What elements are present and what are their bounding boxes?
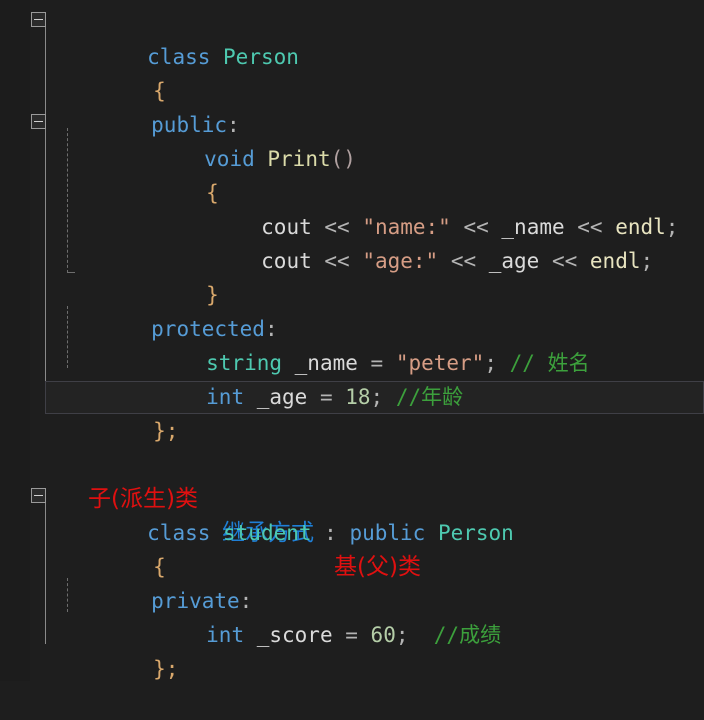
code-line[interactable]: void Print() bbox=[0, 108, 704, 171]
code-line[interactable]: private: bbox=[0, 550, 704, 613]
code-line[interactable]: class Person bbox=[0, 6, 704, 69]
class-close: }; bbox=[153, 419, 179, 443]
code-line[interactable]: protected: bbox=[0, 278, 704, 341]
code-line[interactable]: public: bbox=[0, 74, 704, 137]
code-line[interactable]: } bbox=[0, 244, 704, 307]
code-line[interactable]: string _name = "peter"; // 姓名 bbox=[0, 312, 704, 375]
code-editor[interactable]: class Person { public: void Print() {co… bbox=[0, 0, 704, 681]
code-content[interactable]: class Person { public: void Print() {co… bbox=[0, 0, 704, 681]
code-line[interactable]: { bbox=[0, 516, 704, 579]
class-close: }; bbox=[153, 657, 179, 681]
code-line[interactable]: cout << "name:" << _name << endl; bbox=[0, 176, 704, 239]
code-line-current[interactable]: }; bbox=[0, 380, 704, 443]
code-line[interactable]: }; bbox=[0, 618, 704, 681]
code-line[interactable]: cout << "age:" << _age << endl; bbox=[0, 210, 704, 273]
code-line[interactable]: int _age = 18; //年龄 bbox=[0, 346, 704, 409]
code-line[interactable]: { bbox=[0, 142, 704, 205]
code-line[interactable]: int _score = 60; //成绩 bbox=[0, 584, 704, 647]
code-line[interactable]: class student : public Person bbox=[0, 482, 704, 545]
code-line[interactable]: { bbox=[0, 40, 704, 103]
